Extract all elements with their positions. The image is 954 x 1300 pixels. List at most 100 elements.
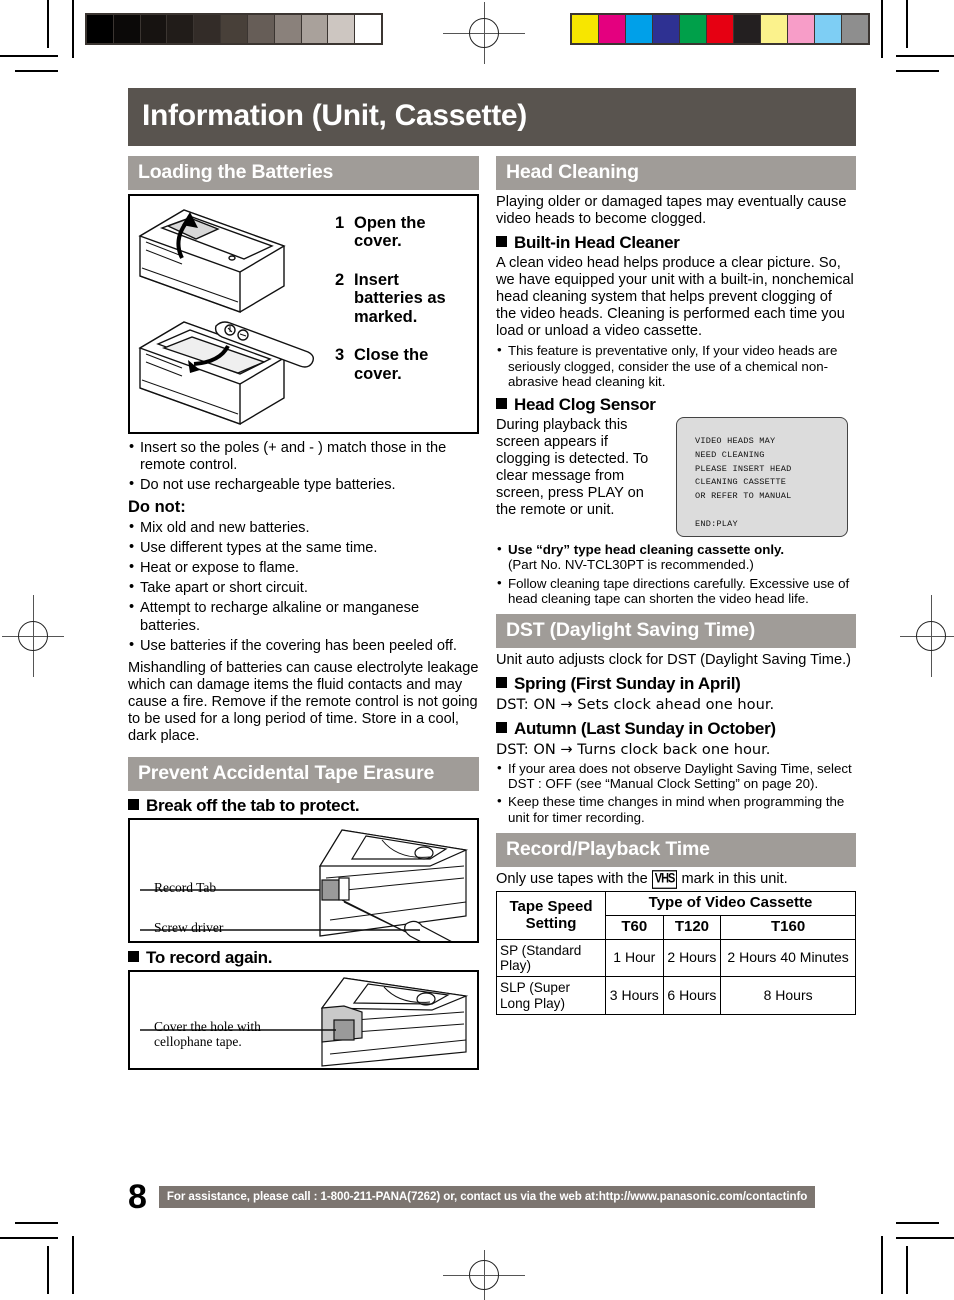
table-cell-sp-label: SP (Standard Play)	[496, 938, 606, 978]
list-item: If your area does not observe Daylight S…	[496, 760, 856, 792]
subheading-text: Spring (First Sunday in April)	[514, 674, 741, 694]
color-swatch-7	[761, 15, 788, 43]
subheading-text: Built-in Head Cleaner	[514, 233, 680, 253]
label-record-tab: Record Tab	[154, 879, 217, 895]
color-swatch-5	[707, 15, 734, 43]
dst-autumn-rule: DST: ON → Turns clock back one hour.	[496, 740, 771, 758]
subheading-built-in-head-cleaner: Built-in Head Cleaner	[496, 233, 856, 253]
left-column: Loading the Batteries 1 Open the cover. …	[128, 156, 479, 1070]
subheading-break-off-tab: Break off the tab to protect.	[128, 796, 479, 816]
grayscale-swatch-9	[328, 15, 356, 43]
color-swatch-2	[626, 15, 653, 43]
crop-mark-top-right-v2	[881, 0, 883, 58]
dry-cassette-part-no: (Part No. NV-TCL30PT is recommended.)	[508, 557, 754, 573]
table-row: SP (Standard Play) 1 Hour 2 Hours 2 Hour…	[496, 938, 856, 978]
crop-mark-top-left-h	[0, 55, 58, 57]
crop-mark-top-right-v	[906, 0, 908, 48]
do-not-label: Do not:	[128, 498, 186, 517]
page-number: 8	[128, 1178, 147, 1216]
label-cover-hole-line1: Cover the hole with	[154, 1018, 261, 1034]
osd-line-2: NEED CLEANING	[695, 449, 765, 460]
crop-mark-bottom-left-h	[0, 1237, 58, 1239]
subheading-dst-autumn: Autumn (Last Sunday in October)	[496, 719, 856, 739]
list-item: Use batteries if the covering has been p…	[128, 637, 479, 655]
label-screw-driver: Screw driver	[154, 919, 224, 935]
grayscale-calibration-strip	[85, 13, 383, 45]
record-playback-intro-before: Only use tapes with the	[496, 871, 648, 888]
color-swatch-0	[572, 15, 599, 43]
dst-intro: Unit auto adjusts clock for DST (Dayligh…	[496, 652, 851, 669]
list-item: Use different types at the same time.	[128, 539, 479, 557]
osd-line-1: VIDEO HEADS MAY	[695, 435, 776, 446]
battery-step-3-text: Close the cover.	[354, 346, 429, 383]
list-item: Attempt to recharge alkaline or manganes…	[128, 599, 479, 634]
list-item: Keep these time changes in mind when pro…	[496, 793, 856, 825]
table-cell-slp-label: SLP (Super Long Play)	[496, 976, 606, 1015]
bullet-square-icon	[496, 721, 507, 733]
page-footer: 8 For assistance, please call : 1-800-21…	[128, 1178, 816, 1216]
dst-bullets: If your area does not observe Daylight S…	[496, 760, 856, 826]
list-item: This feature is preventative only, If yo…	[496, 342, 856, 389]
osd-line-5: OR REFER TO MANUAL	[695, 491, 792, 502]
head-cleaner-bullets: This feature is preventative only, If yo…	[496, 342, 856, 389]
head-clog-sensor-body: During playback this screen appears if c…	[496, 416, 649, 519]
list-item: Follow cleaning tape directions carefull…	[496, 575, 856, 607]
right-column: Head Cleaning Playing older or damaged t…	[496, 156, 856, 1070]
dry-cassette-warning: Use “dry” type head cleaning cassette on…	[508, 541, 785, 557]
crop-mark-bottom-left-v2	[72, 1236, 74, 1294]
color-swatch-9	[815, 15, 842, 43]
registration-mark-bottom	[443, 1250, 525, 1300]
color-swatch-6	[734, 15, 761, 43]
battery-warning-paragraph: Mishandling of batteries can cause elect…	[128, 659, 479, 744]
head-cleaning-cassette-bullets: Use “dry” type head cleaning cassette on…	[496, 541, 856, 607]
osd-line-3: PLEASE INSERT HEAD	[695, 463, 792, 474]
record-playback-intro: Only use tapes with the VHS mark in this…	[496, 870, 856, 889]
battery-step-3-number: 3	[335, 346, 345, 365]
table-cell-sp-t160: 2 Hours 40 Minutes	[720, 938, 856, 978]
table-header-tape-speed: Tape Speed Setting	[496, 891, 606, 940]
osd-line-blank	[695, 504, 847, 518]
table-cell-sp-t120: 2 Hours	[662, 938, 722, 978]
dst-spring-rule: DST: ON → Sets clock ahead one hour.	[496, 696, 775, 714]
section-header-prevent-erasure: Prevent Accidental Tape Erasure	[128, 756, 479, 791]
battery-step-1: 1 Open the cover.	[335, 214, 467, 251]
vhs-logo-icon: VHS	[651, 870, 678, 889]
battery-step-1-number: 1	[335, 214, 345, 232]
table-header-cassette-type: Type of Video Cassette	[605, 891, 856, 917]
bullet-square-icon	[496, 397, 507, 409]
bullet-square-icon	[496, 677, 507, 689]
section-header-dst: DST (Daylight Saving Time)	[496, 614, 856, 649]
crop-mark-bottom-right-v2	[881, 1236, 883, 1294]
battery-step-2-text: Insert batteries as marked.	[354, 270, 446, 326]
table-header-t160: T160	[720, 915, 856, 940]
grayscale-swatch-4	[194, 15, 222, 43]
list-item: Heat or expose to flame.	[128, 559, 479, 577]
bullet-square-icon	[496, 236, 507, 248]
color-swatch-1	[599, 15, 626, 43]
table-cell-slp-t60: 3 Hours	[605, 976, 664, 1015]
table-header-row: Tape Speed Setting Type of Video Cassett…	[496, 891, 856, 940]
crop-mark-bottom-left-v	[47, 1246, 49, 1294]
section-header-head-cleaning: Head Cleaning	[496, 156, 856, 190]
crop-mark-top-left-h2	[15, 70, 58, 72]
grayscale-swatch-6	[247, 15, 275, 43]
figure-record-tab: Record Tab Screw driver	[128, 817, 479, 943]
color-swatch-3	[653, 15, 680, 43]
table-cell-sp-t60: 1 Hour	[605, 938, 664, 978]
grayscale-swatch-1	[113, 15, 141, 43]
section-header-loading-batteries: Loading the Batteries	[128, 156, 479, 190]
bullet-square-icon	[128, 798, 139, 810]
head-clog-sensor-block: During playback this screen appears if c…	[496, 416, 856, 537]
list-item: Mix old and new batteries.	[128, 519, 479, 537]
table-header-t120: T120	[662, 915, 722, 940]
battery-step-3: 3 Close the cover.	[335, 346, 467, 383]
crop-mark-top-left-v	[47, 0, 49, 48]
head-cleaning-intro: Playing older or damaged tapes may event…	[496, 194, 847, 228]
crop-mark-top-right-h2	[896, 70, 939, 72]
table-cell-slp-t120: 6 Hours	[662, 976, 722, 1015]
battery-bullets: Insert so the poles (+ and - ) match tho…	[128, 439, 479, 494]
osd-screen-message: VIDEO HEADS MAY NEED CLEANING PLEASE INS…	[676, 416, 848, 537]
label-cover-hole: Cover the hole with cellophane tape.	[154, 1019, 261, 1050]
color-calibration-strip	[570, 13, 870, 45]
crop-mark-bottom-left-h2	[15, 1222, 58, 1224]
